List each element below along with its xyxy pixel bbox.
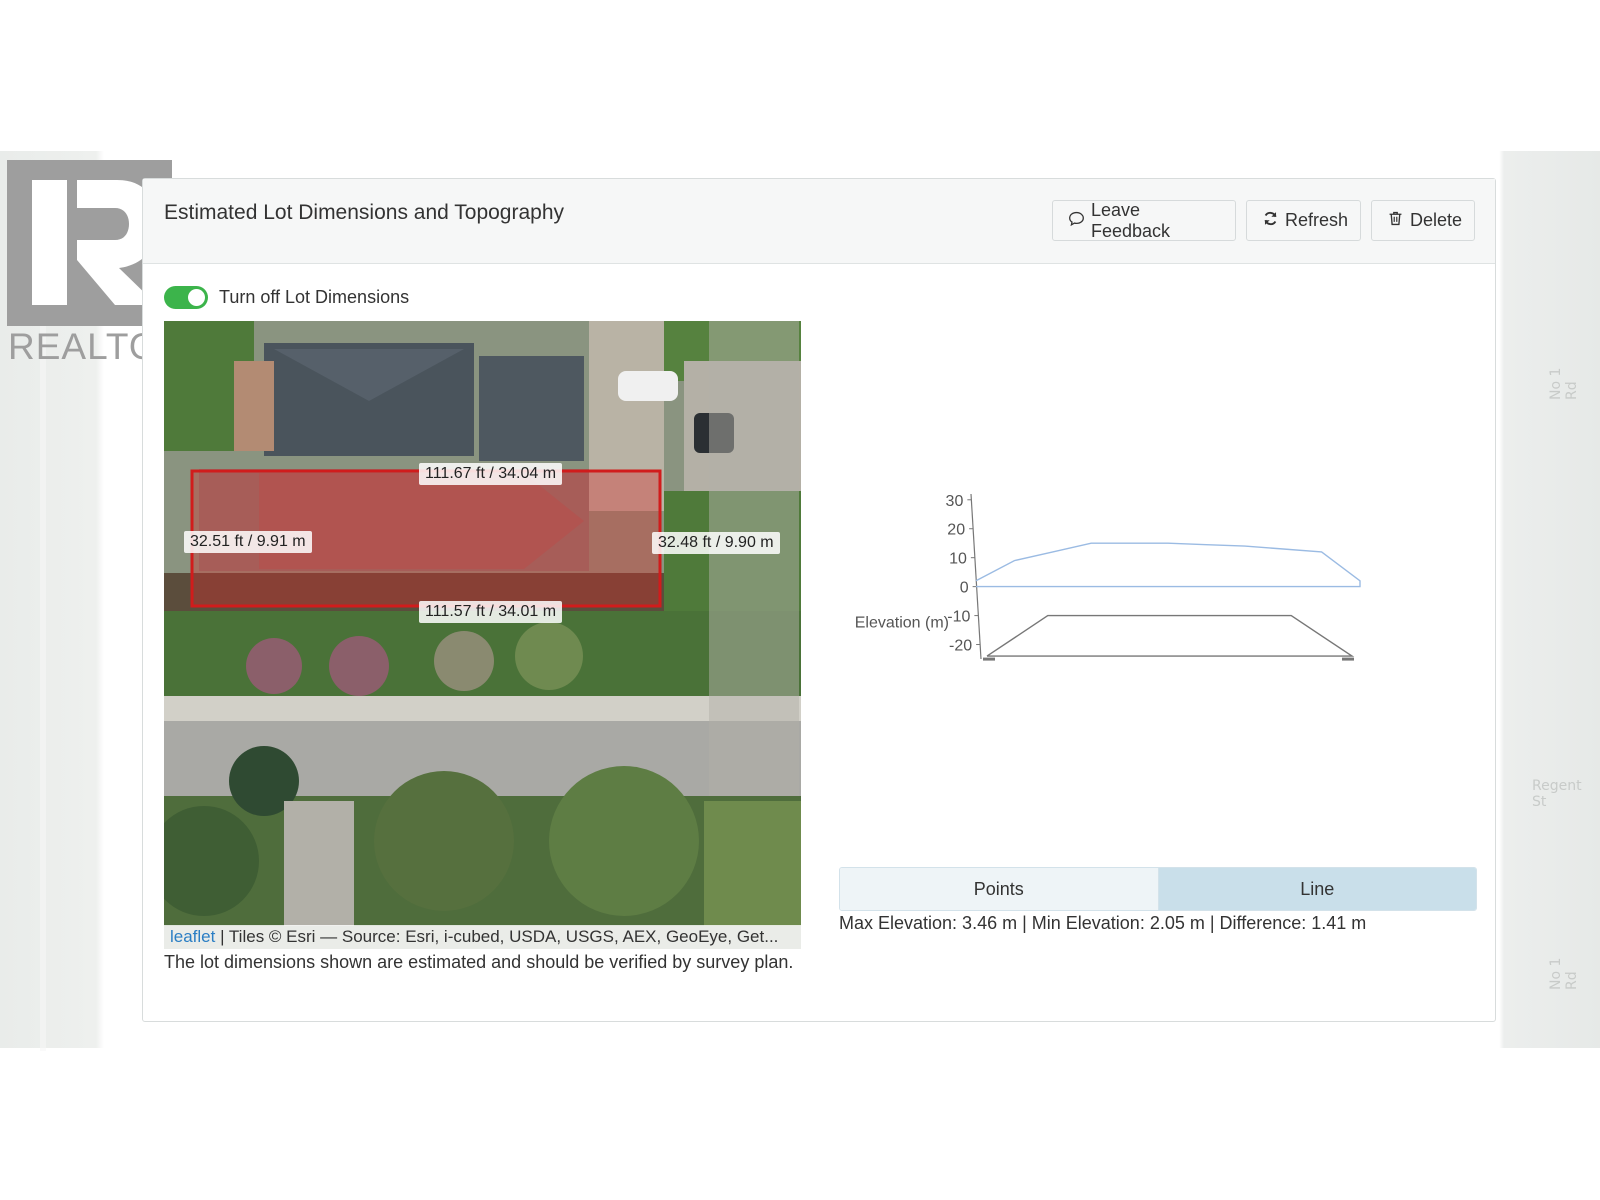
elevation-stats: Max Elevation: 3.46 m | Min Elevation: 2… (839, 913, 1367, 933)
y-tick-label: 0 (960, 580, 969, 597)
refresh-label: Refresh (1285, 210, 1349, 230)
refresh-icon (1262, 210, 1279, 232)
street-label: Regent St (1532, 778, 1582, 810)
y-tick-label: 10 (949, 551, 967, 568)
street-label: No 1 Rd (1548, 367, 1580, 400)
y-axis-label: Elevation (m) (855, 615, 949, 632)
trash-icon (1387, 210, 1404, 232)
y-tick-label: 20 (947, 522, 965, 539)
lot-dimensions-card: Estimated Lot Dimensions and Topography … (142, 178, 1496, 1022)
lot-dimensions-toggle-label: Turn off Lot Dimensions (219, 287, 410, 307)
satellite-map[interactable]: 111.67 ft / 34.04 m 32.51 ft / 9.91 m 32… (164, 321, 801, 949)
leave-feedback-button[interactable]: Leave Feedback (1052, 200, 1236, 241)
refresh-button[interactable]: Refresh (1246, 200, 1361, 241)
street-label: No 1 Rd (1548, 957, 1580, 990)
lot-dimensions-toggle[interactable] (164, 286, 208, 309)
attribution-text: | Tiles © Esri — Source: Esri, i-cubed, … (215, 927, 779, 946)
topography-view-toggle: Points Line (839, 867, 1477, 911)
y-axis (970, 493, 982, 660)
y-tick-label: -10 (947, 609, 970, 626)
y-tick-label: 30 (946, 493, 964, 510)
lot-dimension-left-label: 32.51 ft / 9.91 m (184, 531, 312, 553)
elevation-profile-line (975, 542, 1361, 588)
tab-line[interactable]: Line (1158, 868, 1476, 910)
elevation-baseline-line (986, 614, 1355, 657)
leaflet-link[interactable]: leaflet (170, 927, 215, 946)
tab-points[interactable]: Points (840, 868, 1159, 910)
lot-dimensions-disclaimer: The lot dimensions shown are estimated a… (164, 952, 794, 972)
lot-dimension-top-label: 111.67 ft / 34.04 m (419, 463, 563, 485)
card-header: Estimated Lot Dimensions and Topography … (143, 179, 1495, 264)
lot-dimension-bottom-label: 111.57 ft / 34.01 m (419, 601, 563, 623)
comment-icon (1068, 210, 1085, 232)
delete-button[interactable]: Delete (1371, 200, 1475, 241)
card-title: Estimated Lot Dimensions and Topography (164, 201, 565, 224)
elevation-chart: 30 20 10 0 -10 -20Elevation (m) (855, 493, 1361, 661)
map-attribution: leaflet | Tiles © Esri — Source: Esri, i… (164, 925, 801, 949)
leave-feedback-label: Leave Feedback (1091, 199, 1171, 241)
delete-label: Delete (1410, 210, 1463, 230)
y-tick-label: -20 (949, 638, 972, 655)
satellite-imagery (164, 321, 801, 949)
lot-dimension-right-label: 32.48 ft / 9.90 m (652, 532, 780, 554)
toggle-knob (188, 289, 205, 306)
